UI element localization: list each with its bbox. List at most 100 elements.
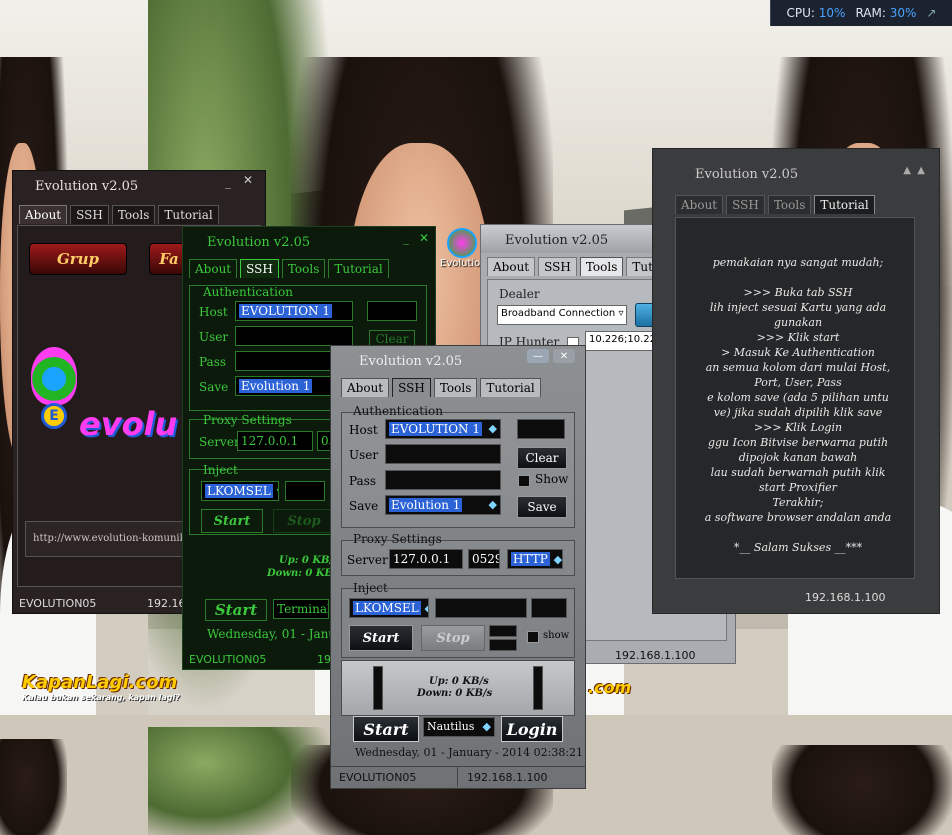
- tab-ssh[interactable]: SSH: [392, 378, 431, 397]
- user-label: User: [349, 448, 379, 462]
- show-inject-checkbox[interactable]: [527, 631, 539, 643]
- tutorial-line: gunakan: [773, 316, 823, 329]
- tab-tools[interactable]: Tools: [767, 195, 812, 214]
- proxy-title: Proxy Settings: [203, 413, 292, 427]
- host-select[interactable]: EVOLUTION 1: [235, 301, 353, 321]
- status-ip: 19: [317, 653, 331, 666]
- diamond-icon: ◆: [488, 422, 497, 435]
- minimize-button[interactable]: —: [527, 349, 549, 363]
- diamond-icon: ◆: [488, 498, 497, 511]
- indicator-top: [489, 625, 517, 637]
- status-ip: 192.168.1.100: [805, 591, 886, 604]
- watermark-logo-partial: .com: [588, 678, 632, 697]
- tab-tools[interactable]: Tools: [433, 378, 478, 397]
- tab-ssh[interactable]: SSH: [538, 257, 577, 276]
- window-title: Evolution v2.05: [695, 167, 799, 182]
- upload-meter: [373, 666, 383, 710]
- tab-tutorial[interactable]: Tutorial: [480, 378, 541, 397]
- save-label: Save: [199, 380, 229, 394]
- diamond-icon: ◆: [553, 553, 563, 566]
- tab-ssh[interactable]: SSH: [70, 205, 109, 224]
- port-input[interactable]: 05: [317, 431, 331, 451]
- tab-tools[interactable]: Tools: [281, 259, 326, 278]
- inject-select[interactable]: LKOMSEL ▾: [201, 481, 279, 501]
- status-computer-name: EVOLUTION05: [19, 597, 97, 610]
- tab-tools[interactable]: Tools: [111, 205, 156, 224]
- tutorial-line: *__ Salam Sukses __***: [733, 541, 863, 554]
- pass-label: Pass: [349, 474, 377, 488]
- inject-title: Inject: [203, 463, 238, 477]
- tab-tutorial[interactable]: Tutorial: [158, 205, 219, 224]
- diamond-icon: ◆: [425, 602, 428, 615]
- inject-title: Inject: [353, 581, 388, 595]
- expand-icon[interactable]: ↗: [926, 6, 936, 20]
- close-icon[interactable]: ▲: [917, 165, 925, 176]
- tab-about[interactable]: About: [675, 195, 724, 214]
- save-select[interactable]: Evolution 1 ◆: [385, 495, 501, 515]
- tab-about[interactable]: About: [189, 259, 238, 278]
- host-label: Host: [349, 423, 378, 437]
- tutorial-line: a software browser andalan anda: [704, 511, 892, 524]
- stop-button[interactable]: Stop: [421, 625, 485, 651]
- window-title: Evolution v2.05: [35, 179, 139, 194]
- clear-button[interactable]: Clear: [517, 447, 567, 469]
- client-select[interactable]: Nautilus ◆: [423, 717, 495, 737]
- server-input[interactable]: 127.0.0.1: [389, 549, 463, 569]
- auth-title: Authentication: [203, 285, 293, 299]
- diamond-icon: ◆: [482, 720, 491, 733]
- user-input[interactable]: [235, 326, 353, 346]
- proxy-title: Proxy Settings: [353, 532, 442, 546]
- tutorial-line: Port, User, Pass: [754, 376, 842, 389]
- status-ip: 192.168.1.100: [615, 649, 696, 662]
- date-display: Wednesday, 01 - January - 2014 02:38:21: [355, 746, 584, 759]
- start-big-button[interactable]: Start: [353, 716, 419, 742]
- tutorial-line: >>> Klik Login: [753, 421, 843, 434]
- tab-ssh[interactable]: SSH: [726, 195, 765, 214]
- login-button[interactable]: Login: [501, 716, 563, 742]
- show-checkbox[interactable]: [518, 475, 530, 487]
- start-big-button[interactable]: Start: [205, 599, 267, 621]
- tab-about[interactable]: About: [19, 205, 68, 224]
- desktop-icon-evolution[interactable]: Evolution: [440, 228, 487, 280]
- tab-ssh[interactable]: SSH: [240, 259, 279, 278]
- window-title: Evolution v2.05: [207, 235, 311, 250]
- start-button[interactable]: Start: [201, 509, 263, 533]
- inject-select[interactable]: LKOMSEL ◆: [349, 598, 429, 618]
- server-label: Server: [347, 553, 388, 567]
- terminal-select[interactable]: Terminal4(: [273, 599, 329, 619]
- host-select[interactable]: EVOLUTION 1 ◆: [385, 419, 501, 439]
- close-button[interactable]: ✕: [243, 173, 253, 187]
- close-button[interactable]: ✕: [419, 231, 429, 245]
- tab-tutorial[interactable]: Tutorial: [328, 259, 389, 278]
- tab-tools[interactable]: Tools: [579, 257, 624, 276]
- user-label: User: [199, 330, 229, 344]
- minimize-button[interactable]: _: [403, 231, 409, 245]
- website-link[interactable]: http://www.evolution-komunika: [33, 533, 192, 544]
- start-button[interactable]: Start: [349, 625, 413, 651]
- server-input[interactable]: 127.0.0.1: [237, 431, 313, 451]
- tutorial-line: lau sudah berwarnah putih klik: [710, 466, 886, 479]
- upload-speed: Up: 0 KB/s: [429, 676, 489, 687]
- inject-field[interactable]: [285, 481, 325, 501]
- tab-tutorial[interactable]: Tutorial: [814, 195, 875, 214]
- host-extra-field[interactable]: [517, 419, 565, 439]
- inject-field[interactable]: [435, 598, 527, 618]
- save-button[interactable]: Save: [517, 496, 567, 518]
- pass-input[interactable]: [385, 470, 501, 490]
- inject-extra-field[interactable]: [531, 598, 567, 618]
- minimize-icon[interactable]: ▲: [903, 165, 911, 176]
- evolution-window-main: Evolution v2.05 — ✕ About SSH Tools Tuto…: [330, 345, 586, 789]
- tab-about[interactable]: About: [487, 257, 536, 276]
- grup-button[interactable]: Grup: [29, 243, 127, 275]
- stop-button[interactable]: Stop: [273, 509, 335, 533]
- user-input[interactable]: [385, 444, 501, 464]
- dealer-select[interactable]: Broadband Connection ▿: [497, 305, 627, 325]
- host-extra-field[interactable]: [367, 301, 417, 321]
- tutorial-line: >>> Buka tab SSH: [743, 286, 853, 299]
- port-input[interactable]: 0529: [468, 549, 500, 569]
- minimize-button[interactable]: _: [225, 175, 231, 189]
- close-button[interactable]: ✕: [553, 349, 575, 363]
- tab-about[interactable]: About: [341, 378, 390, 397]
- evolution-logo: E: [23, 347, 85, 443]
- proxy-type-select[interactable]: HTTP ◆: [507, 549, 563, 569]
